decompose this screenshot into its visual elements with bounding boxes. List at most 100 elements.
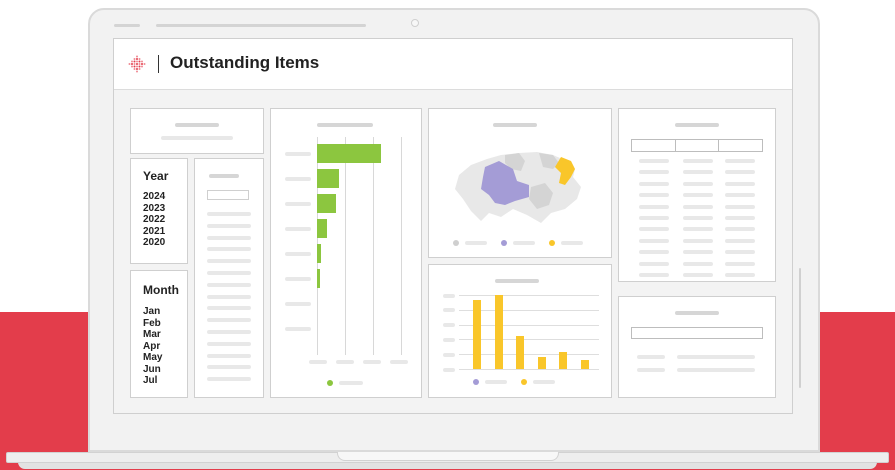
list-item[interactable] bbox=[207, 318, 251, 323]
category-label bbox=[285, 326, 311, 331]
year-option[interactable]: 2024 bbox=[143, 191, 165, 203]
year-option[interactable]: 2023 bbox=[143, 203, 165, 215]
dashboard-screen: Outstanding Items Year 2024 2023 2022 20… bbox=[113, 38, 793, 414]
bar-mark[interactable] bbox=[317, 194, 336, 213]
logo-dot bbox=[138, 65, 141, 68]
list-item[interactable] bbox=[207, 365, 251, 370]
laptop-base bbox=[0, 448, 895, 470]
table-cell bbox=[683, 238, 713, 243]
legend-label bbox=[513, 241, 535, 245]
logo-dot bbox=[138, 68, 141, 70]
list-item[interactable] bbox=[207, 294, 251, 299]
month-options: Jan Feb Mar Apr May Jun Jul bbox=[143, 306, 162, 387]
category-label bbox=[285, 276, 311, 281]
logo-dot bbox=[138, 58, 141, 60]
logo-dot bbox=[133, 58, 136, 60]
bar-mark[interactable] bbox=[580, 360, 589, 369]
header-divider bbox=[158, 55, 159, 73]
list-item[interactable] bbox=[207, 377, 251, 382]
axis-tick-label bbox=[363, 360, 381, 364]
month-option[interactable]: Mar bbox=[143, 329, 162, 341]
table-cell bbox=[725, 273, 755, 277]
bar-mark[interactable] bbox=[537, 356, 546, 369]
legend-swatch bbox=[473, 379, 479, 385]
bar-mark[interactable] bbox=[317, 169, 339, 188]
bar-mark[interactable] bbox=[473, 300, 481, 369]
year-option[interactable]: 2022 bbox=[143, 214, 165, 226]
month-option[interactable]: Feb bbox=[143, 318, 162, 330]
list-item[interactable] bbox=[207, 247, 251, 252]
table-cell bbox=[683, 159, 713, 163]
list-item[interactable] bbox=[207, 271, 251, 275]
month-option[interactable]: Apr bbox=[143, 341, 162, 353]
table-cell bbox=[683, 250, 713, 255]
list-item[interactable] bbox=[207, 353, 251, 358]
y-tick-label bbox=[443, 323, 455, 328]
legend-label bbox=[485, 380, 507, 384]
table-cell bbox=[683, 227, 713, 232]
logo-dot bbox=[138, 60, 141, 63]
logo-dot bbox=[131, 65, 133, 68]
year-filter-title: Year bbox=[143, 169, 169, 183]
table-cell bbox=[725, 204, 755, 209]
table-cell bbox=[639, 193, 669, 198]
table-cell bbox=[725, 170, 755, 175]
bar-mark[interactable] bbox=[317, 269, 321, 288]
table-cell bbox=[639, 250, 669, 255]
list-item[interactable] bbox=[207, 341, 251, 346]
list-item[interactable] bbox=[207, 306, 251, 311]
vertical-bar-chart bbox=[429, 265, 611, 397]
bar-mark[interactable] bbox=[559, 351, 567, 369]
gridline bbox=[459, 369, 599, 370]
logo-dot bbox=[141, 60, 143, 63]
table-cell bbox=[725, 238, 755, 243]
detail-input[interactable] bbox=[631, 327, 763, 339]
legend-label bbox=[533, 380, 555, 384]
table-cell bbox=[639, 261, 669, 266]
category-label bbox=[285, 176, 311, 181]
year-option[interactable]: 2021 bbox=[143, 226, 165, 238]
logo-dot bbox=[141, 65, 143, 68]
legend-label bbox=[339, 381, 363, 385]
y-tick-label bbox=[443, 352, 455, 357]
legend-swatch bbox=[327, 380, 333, 386]
gridline bbox=[345, 137, 346, 355]
y-tick-label bbox=[443, 293, 455, 298]
bar-mark[interactable] bbox=[317, 144, 381, 163]
list-item[interactable] bbox=[207, 223, 251, 228]
month-filter: Month Jan Feb Mar Apr May Jun Jul bbox=[130, 270, 188, 398]
table-cell bbox=[639, 159, 669, 163]
logo-dot bbox=[138, 63, 141, 65]
laptop-notch bbox=[337, 452, 559, 461]
bar-mark[interactable] bbox=[516, 336, 524, 369]
list-search-input[interactable] bbox=[207, 190, 249, 200]
month-option[interactable]: May bbox=[143, 352, 162, 364]
logo-dot bbox=[136, 65, 138, 68]
year-filter: Year 2024 2023 2022 2021 2020 bbox=[130, 158, 188, 264]
table-cell bbox=[725, 181, 755, 186]
year-option[interactable]: 2020 bbox=[143, 237, 165, 249]
month-option[interactable]: Jun bbox=[143, 364, 162, 376]
list-item[interactable] bbox=[207, 282, 251, 287]
month-filter-title: Month bbox=[143, 283, 179, 297]
bar-mark[interactable] bbox=[317, 219, 327, 238]
list-item[interactable] bbox=[207, 235, 251, 240]
bar-mark[interactable] bbox=[317, 244, 322, 263]
list-item[interactable] bbox=[207, 259, 251, 264]
list-item[interactable] bbox=[207, 212, 251, 216]
gridline bbox=[401, 137, 402, 355]
horizontal-bar-chart-panel bbox=[270, 108, 422, 398]
axis-tick-label bbox=[390, 360, 408, 364]
list-item[interactable] bbox=[207, 330, 251, 334]
category-label bbox=[285, 226, 311, 231]
list-filter-panel bbox=[194, 158, 264, 398]
bar-mark[interactable] bbox=[494, 294, 503, 369]
month-option[interactable]: Jan bbox=[143, 306, 162, 318]
table-cell bbox=[683, 193, 713, 198]
legend-swatch bbox=[521, 379, 527, 385]
gridline bbox=[459, 295, 599, 296]
table-cell bbox=[683, 181, 713, 186]
gridline bbox=[373, 137, 374, 355]
month-option[interactable]: Jul bbox=[143, 375, 162, 387]
category-label bbox=[285, 201, 311, 206]
